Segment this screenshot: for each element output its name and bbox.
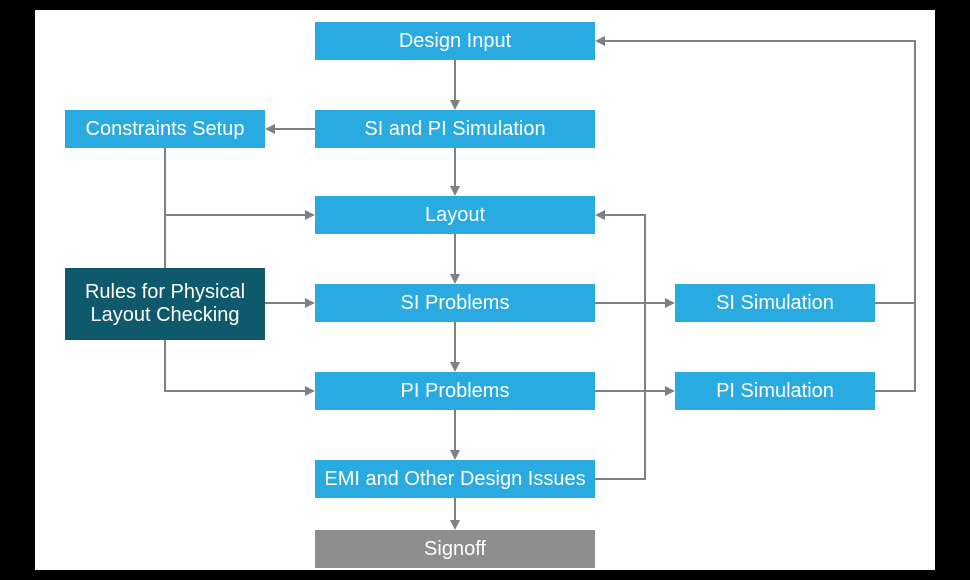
box-si-simulation: SI Simulation: [675, 284, 875, 322]
label-pi-simulation: PI Simulation: [716, 380, 834, 403]
arrow-constraints-to-layout: [165, 148, 313, 215]
box-design-input: Design Input: [315, 22, 595, 60]
arrow-rules-to-piproblems: [165, 340, 313, 391]
label-signoff: Signoff: [424, 538, 486, 561]
box-pi-problems: PI Problems: [315, 372, 595, 410]
box-pi-simulation: PI Simulation: [675, 372, 875, 410]
label-design-input: Design Input: [399, 30, 511, 53]
label-si-simulation: SI Simulation: [716, 292, 834, 315]
box-signoff: Signoff: [315, 530, 595, 568]
diagram-frame: Design Input SI and PI Simulation Constr…: [35, 10, 935, 570]
box-layout: Layout: [315, 196, 595, 234]
label-constraints-setup: Constraints Setup: [86, 118, 245, 141]
arrow-pisim-to-bus: [875, 303, 915, 391]
label-emi-other-issues: EMI and Other Design Issues: [324, 468, 585, 491]
label-si-pi-simulation: SI and PI Simulation: [364, 118, 545, 141]
arrow-sisim-to-designinput: [597, 41, 915, 303]
label-layout: Layout: [425, 204, 485, 227]
box-si-problems: SI Problems: [315, 284, 595, 322]
arrow-emi-to-layout: [595, 215, 645, 479]
box-constraints-setup: Constraints Setup: [65, 110, 265, 148]
box-si-pi-simulation: SI and PI Simulation: [315, 110, 595, 148]
box-emi-other-issues: EMI and Other Design Issues: [315, 460, 595, 498]
box-rules-physical-layout-checking: Rules for Physical Layout Checking: [65, 268, 265, 340]
label-pi-problems: PI Problems: [401, 380, 510, 403]
label-si-problems: SI Problems: [401, 292, 510, 315]
label-rules-physical: Rules for Physical Layout Checking: [85, 281, 245, 327]
